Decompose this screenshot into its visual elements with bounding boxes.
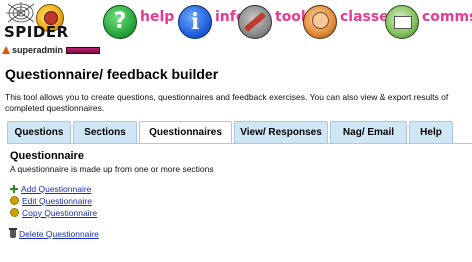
help-icon: ?: [103, 5, 137, 39]
tab-view-responses[interactable]: View/ Responses: [234, 121, 328, 144]
warning-icon: [2, 46, 10, 54]
edit-questionnaire-action: Edit Questionnaire: [10, 195, 92, 206]
logo-text: SPIDER: [4, 23, 69, 41]
plus-icon: [10, 184, 18, 193]
nav-classes[interactable]: classes: [303, 5, 397, 39]
nav-help-label: help: [140, 9, 175, 25]
nav-help[interactable]: ? help: [103, 5, 175, 39]
questionnaire-panel: Questionnaire A questionnaire is made up…: [7, 144, 472, 262]
tab-bar: Questions Sections Questionnaires View/ …: [7, 121, 455, 145]
classes-icon: [303, 5, 337, 39]
gear-icon: [10, 208, 19, 217]
tab-sections[interactable]: Sections: [73, 121, 137, 144]
top-navigation: SPIDER ? help i info tools classes comms: [0, 0, 472, 44]
tab-questionnaires[interactable]: Questionnaires: [139, 121, 232, 145]
copy-questionnaire-link[interactable]: Copy Questionnaire: [22, 208, 97, 218]
delete-questionnaire-link[interactable]: Delete Questionnaire: [19, 229, 99, 239]
edit-questionnaire-link[interactable]: Edit Questionnaire: [22, 196, 92, 206]
trash-icon: [9, 227, 17, 238]
user-role-bar: [66, 46, 101, 54]
add-questionnaire-action: Add Questionnaire: [10, 183, 91, 194]
delete-questionnaire-action: Delete Questionnaire: [9, 227, 99, 239]
tools-icon: [238, 5, 272, 39]
nav-comms[interactable]: comms: [385, 5, 472, 39]
gear-icon: [10, 196, 19, 205]
spider-logo[interactable]: SPIDER: [2, 2, 82, 42]
tab-help[interactable]: Help: [409, 121, 453, 144]
panel-subtitle: A questionnaire is made up from one or m…: [10, 164, 214, 174]
copy-questionnaire-action: Copy Questionnaire: [10, 207, 97, 218]
nav-info[interactable]: i info: [178, 5, 245, 39]
info-icon: i: [178, 5, 212, 39]
current-user: superadmin: [2, 44, 101, 56]
tab-questions[interactable]: Questions: [7, 121, 71, 144]
panel-title: Questionnaire: [10, 150, 84, 162]
username: superadmin: [12, 45, 64, 55]
spider-web-icon: [6, 2, 35, 23]
page-description: This tool allows you to create questions…: [5, 92, 449, 113]
page-title: Questionnaire/ feedback builder: [5, 66, 219, 82]
nav-comms-label: comms: [422, 9, 472, 25]
tab-nag-email[interactable]: Nag/ Email: [330, 121, 407, 144]
comms-icon: [385, 5, 419, 39]
add-questionnaire-link[interactable]: Add Questionnaire: [21, 184, 91, 194]
